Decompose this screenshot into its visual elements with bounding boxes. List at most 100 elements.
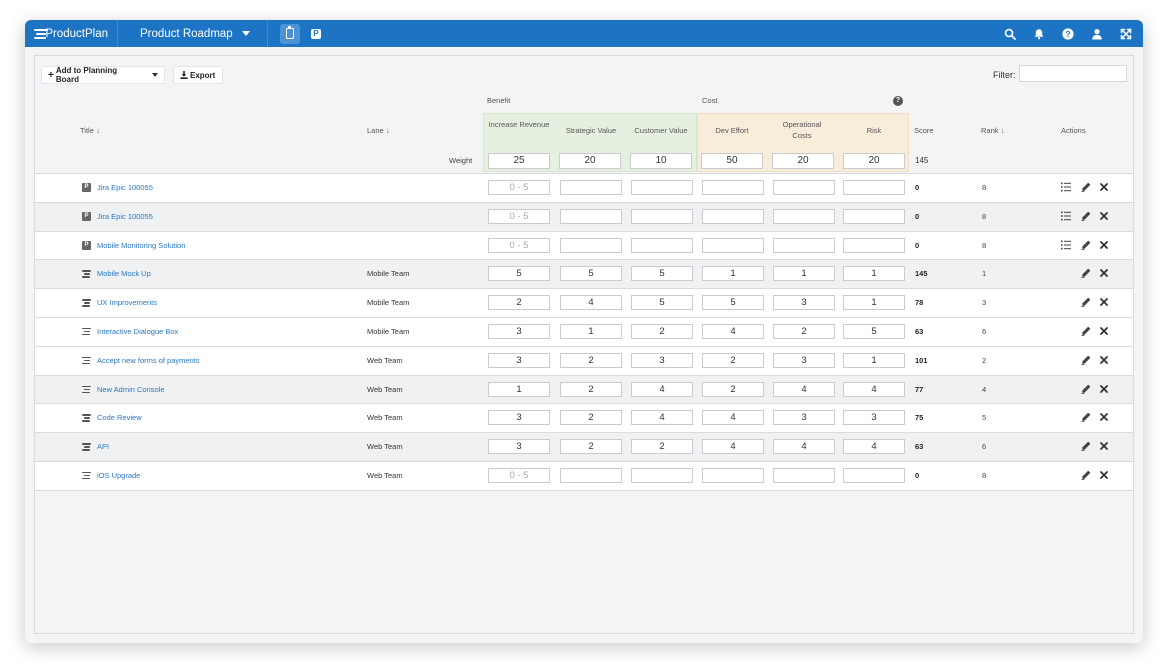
score-input-risk[interactable]: 4	[843, 381, 905, 397]
score-input-strategic-value[interactable]	[560, 467, 622, 483]
pencil-icon[interactable]	[1080, 181, 1092, 193]
score-input-risk[interactable]: 1	[843, 295, 905, 311]
filter-input[interactable]	[1019, 65, 1127, 82]
pencil-icon[interactable]	[1080, 210, 1092, 222]
help-icon[interactable]: ?	[893, 96, 903, 106]
brand[interactable]: ProductPlan	[25, 20, 118, 47]
pencil-icon[interactable]	[1080, 383, 1092, 395]
score-input-strategic-value[interactable]: 4	[560, 295, 622, 311]
pencil-icon[interactable]	[1080, 325, 1092, 337]
item-title-link[interactable]: Code Review	[97, 413, 142, 422]
score-input-risk[interactable]	[843, 180, 905, 195]
score-input-customer-value[interactable]: 4	[631, 381, 693, 397]
score-input-increase-revenue[interactable]: 0 - 5	[488, 237, 550, 253]
close-icon[interactable]	[1098, 296, 1110, 308]
score-input-risk[interactable]: 5	[843, 323, 905, 339]
weight-input-customer-value[interactable]: 10	[630, 153, 692, 169]
score-input-customer-value[interactable]: 2	[631, 323, 693, 339]
expand-icon[interactable]	[1119, 27, 1133, 41]
score-input-customer-value[interactable]: 2	[631, 439, 693, 455]
score-input-risk[interactable]	[843, 208, 905, 224]
score-input-dev-effort[interactable]: 1	[702, 266, 764, 282]
lane-column-header[interactable]: Lane ↓	[367, 125, 390, 136]
score-input-risk[interactable]: 4	[843, 439, 905, 455]
rank-column-header[interactable]: Rank ↓	[981, 125, 1005, 136]
score-input-increase-revenue[interactable]: 0 - 5	[488, 208, 550, 224]
planning-board-view-button[interactable]	[280, 23, 300, 44]
score-input-dev-effort[interactable]: 2	[702, 381, 764, 397]
score-input-strategic-value[interactable]	[560, 208, 622, 224]
close-icon[interactable]	[1098, 440, 1110, 452]
close-icon[interactable]	[1098, 383, 1110, 395]
score-input-dev-effort[interactable]	[702, 237, 764, 253]
pencil-icon[interactable]	[1080, 411, 1092, 423]
add-to-planning-board-button[interactable]: + Add to Planning Board	[41, 66, 165, 84]
score-input-dev-effort[interactable]: 2	[702, 352, 764, 368]
item-title-link[interactable]: API	[97, 442, 109, 451]
score-input-customer-value[interactable]	[631, 180, 693, 195]
score-input-risk[interactable]: 3	[843, 410, 905, 426]
pencil-icon[interactable]	[1080, 440, 1092, 452]
weight-input-operational-costs[interactable]: 20	[772, 153, 834, 169]
item-title-link[interactable]: UX Improvements	[97, 298, 157, 307]
score-input-risk[interactable]: 1	[843, 352, 905, 368]
checklist-icon[interactable]	[1060, 210, 1072, 222]
weight-input-increase-revenue[interactable]: 25	[488, 153, 550, 169]
score-input-risk[interactable]: 1	[843, 266, 905, 282]
score-input-operational-costs[interactable]	[773, 467, 835, 483]
pencil-icon[interactable]	[1080, 267, 1092, 279]
close-icon[interactable]	[1098, 267, 1110, 279]
score-input-customer-value[interactable]: 4	[631, 410, 693, 426]
weight-input-risk[interactable]: 20	[843, 153, 905, 169]
score-input-dev-effort[interactable]	[702, 180, 764, 195]
score-input-dev-effort[interactable]: 4	[702, 323, 764, 339]
score-input-operational-costs[interactable]: 1	[773, 266, 835, 282]
close-icon[interactable]	[1098, 210, 1110, 222]
score-input-increase-revenue[interactable]: 0 - 5	[488, 467, 550, 483]
score-input-dev-effort[interactable]	[702, 208, 764, 224]
item-title-link[interactable]: Jira Epic 100055	[97, 212, 153, 221]
close-icon[interactable]	[1098, 181, 1110, 193]
score-input-strategic-value[interactable]	[560, 237, 622, 253]
score-input-customer-value[interactable]: 3	[631, 352, 693, 368]
pencil-icon[interactable]	[1080, 354, 1092, 366]
score-input-strategic-value[interactable]	[560, 180, 622, 195]
score-input-operational-costs[interactable]	[773, 180, 835, 195]
item-title-link[interactable]: New Admin Console	[97, 385, 165, 394]
close-icon[interactable]	[1098, 354, 1110, 366]
score-input-increase-revenue[interactable]: 2	[488, 295, 550, 311]
score-input-increase-revenue[interactable]: 3	[488, 410, 550, 426]
item-title-link[interactable]: Interactive Dialogue Box	[97, 327, 178, 336]
score-input-increase-revenue[interactable]: 1	[488, 381, 550, 397]
score-input-increase-revenue[interactable]: 3	[488, 352, 550, 368]
parking-lot-view-button[interactable]: P	[306, 24, 326, 44]
score-input-dev-effort[interactable]	[702, 467, 764, 483]
weight-input-dev-effort[interactable]: 50	[701, 153, 763, 169]
score-input-dev-effort[interactable]: 5	[702, 295, 764, 311]
score-input-customer-value[interactable]	[631, 237, 693, 253]
score-input-operational-costs[interactable]: 3	[773, 352, 835, 368]
pencil-icon[interactable]	[1080, 296, 1092, 308]
score-input-operational-costs[interactable]: 2	[773, 323, 835, 339]
score-input-operational-costs[interactable]	[773, 208, 835, 224]
close-icon[interactable]	[1098, 469, 1110, 481]
score-input-operational-costs[interactable]	[773, 237, 835, 253]
user-icon[interactable]	[1090, 27, 1104, 41]
checklist-icon[interactable]	[1060, 181, 1072, 193]
score-input-risk[interactable]	[843, 467, 905, 483]
help-icon[interactable]: ?	[1061, 27, 1075, 41]
score-input-customer-value[interactable]: 5	[631, 295, 693, 311]
weight-input-strategic-value[interactable]: 20	[559, 153, 621, 169]
score-input-dev-effort[interactable]: 4	[702, 410, 764, 426]
item-title-link[interactable]: Mobile Mock Up	[97, 269, 151, 278]
score-input-strategic-value[interactable]: 2	[560, 439, 622, 455]
score-input-strategic-value[interactable]: 2	[560, 381, 622, 397]
score-input-increase-revenue[interactable]: 3	[488, 439, 550, 455]
score-input-operational-costs[interactable]: 4	[773, 381, 835, 397]
bell-icon[interactable]	[1032, 27, 1046, 41]
roadmap-selector[interactable]: Product Roadmap	[118, 20, 268, 47]
close-icon[interactable]	[1098, 325, 1110, 337]
score-input-increase-revenue[interactable]: 5	[488, 266, 550, 282]
item-title-link[interactable]: Accept new forms of payments	[97, 356, 200, 365]
score-input-increase-revenue[interactable]: 0 - 5	[488, 180, 550, 195]
